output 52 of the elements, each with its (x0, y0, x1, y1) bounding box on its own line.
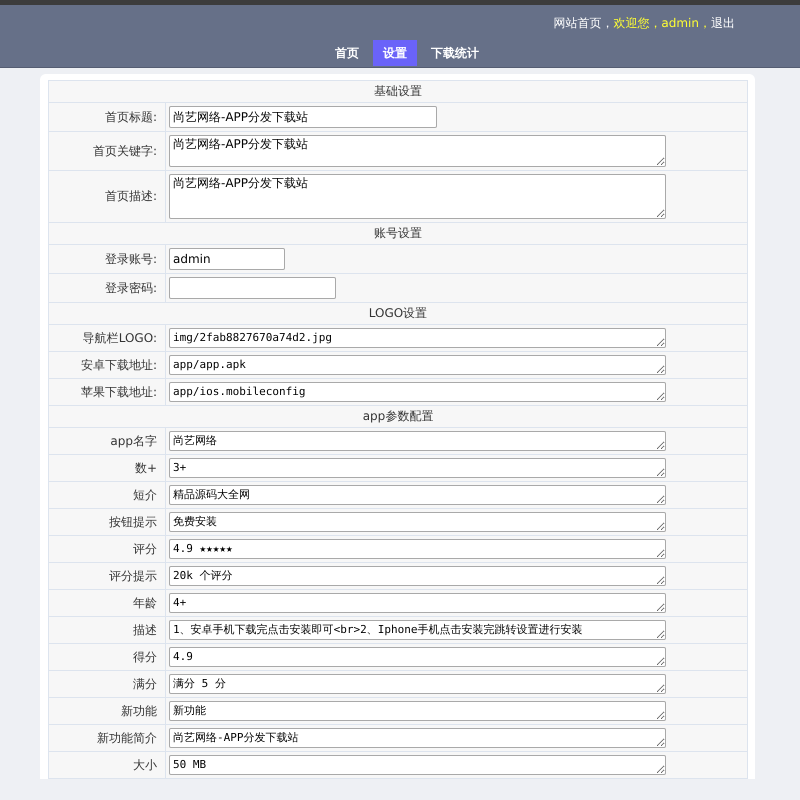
nav-tab[interactable]: 设置 (373, 40, 417, 66)
nav-tab[interactable]: 下载统计 (421, 40, 489, 66)
field-label: 评分提示 (109, 568, 157, 582)
field-label: 首页标题: (104, 110, 157, 124)
field-label: 首页关键字: (92, 144, 157, 158)
text-area[interactable]: img/2fab8827670a74d2.jpg (169, 328, 666, 348)
field-label: 安卓下载地址: (80, 358, 157, 372)
input-field[interactable]: admin (169, 248, 285, 270)
field-label: 登录账号: (104, 252, 157, 266)
field-label: 描述 (133, 622, 157, 636)
field-label: 短介 (133, 488, 157, 502)
section-title: LOGO设置 (368, 306, 428, 320)
text-area[interactable]: 满分 5 分 (169, 674, 666, 694)
field-label: 满分 (133, 676, 157, 690)
field-label: 登录密码: (104, 280, 157, 294)
section-title: 账号设置 (374, 226, 422, 240)
field-label: 导航栏LOGO: (82, 330, 157, 344)
input-field[interactable]: 尚艺网络-APP分发下载站 (169, 106, 437, 128)
text-area[interactable]: 4.9 (169, 647, 666, 667)
field-label: 年龄 (133, 596, 157, 610)
field-label: 评分 (133, 542, 157, 556)
text-area[interactable]: 免费安装 (169, 512, 666, 532)
header-link[interactable]: 退出 (711, 15, 735, 31)
field-label: 按钮提示 (109, 514, 157, 528)
section-title: app参数配置 (362, 409, 434, 423)
text-area[interactable]: app/app.apk (169, 355, 666, 375)
nav-tab[interactable]: 首页 (325, 40, 369, 66)
field-label: 得分 (133, 650, 157, 664)
text-area[interactable]: 新功能 (169, 701, 666, 721)
text-area[interactable]: 精品源码大全网 (169, 485, 666, 505)
field-label: 数+ (134, 460, 157, 474)
text-area[interactable]: 尚艺网络-APP分发下载站 (169, 728, 666, 748)
text-area[interactable]: 4+ (169, 593, 666, 613)
field-label: 大小 (133, 758, 157, 772)
field-label: app名字 (110, 434, 157, 448)
text-area[interactable]: 尚艺网络 (169, 431, 666, 451)
text-area[interactable]: 1、安卓手机下载完点击安装即可<br>2、Iphone手机点击安装完跳转设置进行安装 (169, 620, 666, 640)
text-area[interactable]: 尚艺网络-APP分发下载站 (169, 174, 666, 219)
welcome-text: 欢迎您，admin， (613, 15, 711, 31)
section-title: 基础设置 (374, 84, 422, 98)
field-label: 首页描述: (104, 189, 157, 203)
text-area[interactable]: 3+ (169, 458, 666, 478)
text-area[interactable]: 50 MB (169, 755, 666, 775)
text-area[interactable]: app/ios.mobileconfig (169, 382, 666, 402)
text-area[interactable]: 尚艺网络-APP分发下载站 (169, 135, 666, 167)
text-area[interactable]: 20k 个评分 (169, 566, 666, 586)
field-label: 新功能 (121, 704, 157, 718)
field-label: 苹果下载地址: (80, 384, 157, 398)
header-link[interactable]: 网站首页， (553, 15, 614, 31)
text-area[interactable]: 4.9 ★★★★★ (169, 539, 666, 559)
field-label: 新功能简介 (97, 730, 157, 744)
password-field[interactable] (169, 277, 336, 299)
